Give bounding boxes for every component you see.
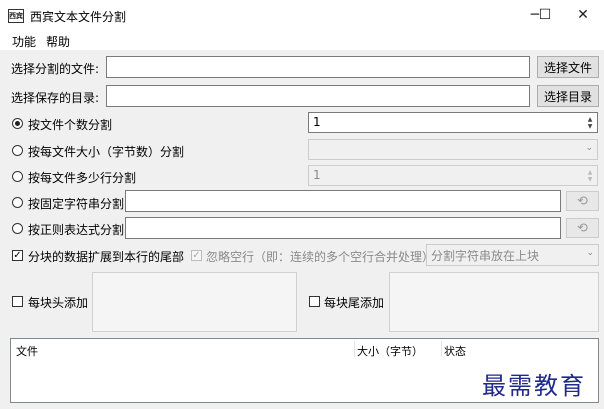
radio-split-by-string[interactable]: [12, 197, 23, 208]
head-add-text-area[interactable]: [92, 272, 297, 332]
fixed-string-input[interactable]: [125, 190, 561, 212]
chevron-down-icon: ⌄: [586, 248, 594, 258]
ignore-empty-label: 忽略空行（即：连续的多个空行合并处理）: [206, 250, 435, 264]
app-icon: 西宾: [8, 9, 24, 23]
radio-split-by-lines[interactable]: [12, 171, 23, 182]
column-status[interactable]: 状态: [444, 343, 466, 359]
lines-spinner[interactable]: 1 ▲ ▼: [308, 165, 598, 186]
column-file[interactable]: 文件: [16, 343, 38, 359]
spinner-arrows-icon[interactable]: ▲ ▼: [584, 114, 596, 131]
placement-dropdown[interactable]: 分割字符串放在上块 ⌄: [426, 244, 599, 266]
chevron-down-icon: ⌄: [585, 143, 593, 153]
file-count-value: 1: [313, 115, 321, 129]
size-dropdown[interactable]: ⌄: [308, 139, 598, 160]
file-select-label: 选择分割的文件:: [11, 62, 100, 76]
watermark: 最需教育: [482, 372, 586, 400]
close-button[interactable]: ✕: [560, 0, 604, 30]
radio-split-by-regex[interactable]: [12, 223, 23, 234]
tail-add-text-area[interactable]: [389, 272, 599, 332]
menu-help[interactable]: 帮助: [46, 33, 70, 50]
split-by-size-label: 按每文件大小（字节数）分割: [28, 145, 185, 159]
split-by-string-label: 按固定字符串分割: [28, 197, 125, 211]
reset-regex-icon[interactable]: ⟲: [566, 218, 599, 238]
radio-split-by-count[interactable]: [12, 118, 23, 129]
select-file-button[interactable]: 选择文件: [537, 56, 599, 78]
head-add-label: 每块头添加: [28, 296, 89, 310]
split-by-regex-label: 按正则表达式分割: [28, 223, 125, 237]
lines-value: 1: [313, 168, 321, 182]
file-path-input[interactable]: [106, 56, 530, 78]
file-count-spinner[interactable]: 1 ▲ ▼: [308, 112, 598, 133]
split-by-count-label: 按文件个数分割: [28, 118, 113, 132]
dir-select-label: 选择保存的目录:: [11, 91, 100, 105]
menu-bar: 功能 帮助: [0, 30, 604, 50]
window-title: 西宾文本文件分割: [30, 10, 127, 24]
extend-checkbox[interactable]: ✓: [12, 250, 23, 261]
ignore-empty-checkbox[interactable]: ✓: [191, 250, 202, 261]
title-bar: 西宾 西宾文本文件分割 ─ ☐ ✕: [0, 0, 604, 30]
head-add-checkbox[interactable]: [12, 296, 23, 307]
dir-path-input[interactable]: [106, 85, 530, 107]
tail-add-checkbox[interactable]: [309, 296, 320, 307]
column-size[interactable]: 大小（字节）: [357, 343, 423, 359]
extend-label: 分块的数据扩展到本行的尾部: [28, 250, 185, 264]
reset-string-icon[interactable]: ⟲: [566, 191, 599, 211]
radio-split-by-size[interactable]: [12, 145, 23, 156]
placement-value: 分割字符串放在上块: [431, 249, 540, 263]
select-dir-button[interactable]: 选择目录: [537, 85, 599, 107]
tail-add-label: 每块尾添加: [324, 296, 385, 310]
menu-function[interactable]: 功能: [12, 33, 36, 50]
regex-input[interactable]: [125, 217, 561, 239]
spinner-arrows-icon[interactable]: ▲ ▼: [584, 167, 596, 184]
split-by-lines-label: 按每文件多少行分割: [28, 171, 137, 185]
